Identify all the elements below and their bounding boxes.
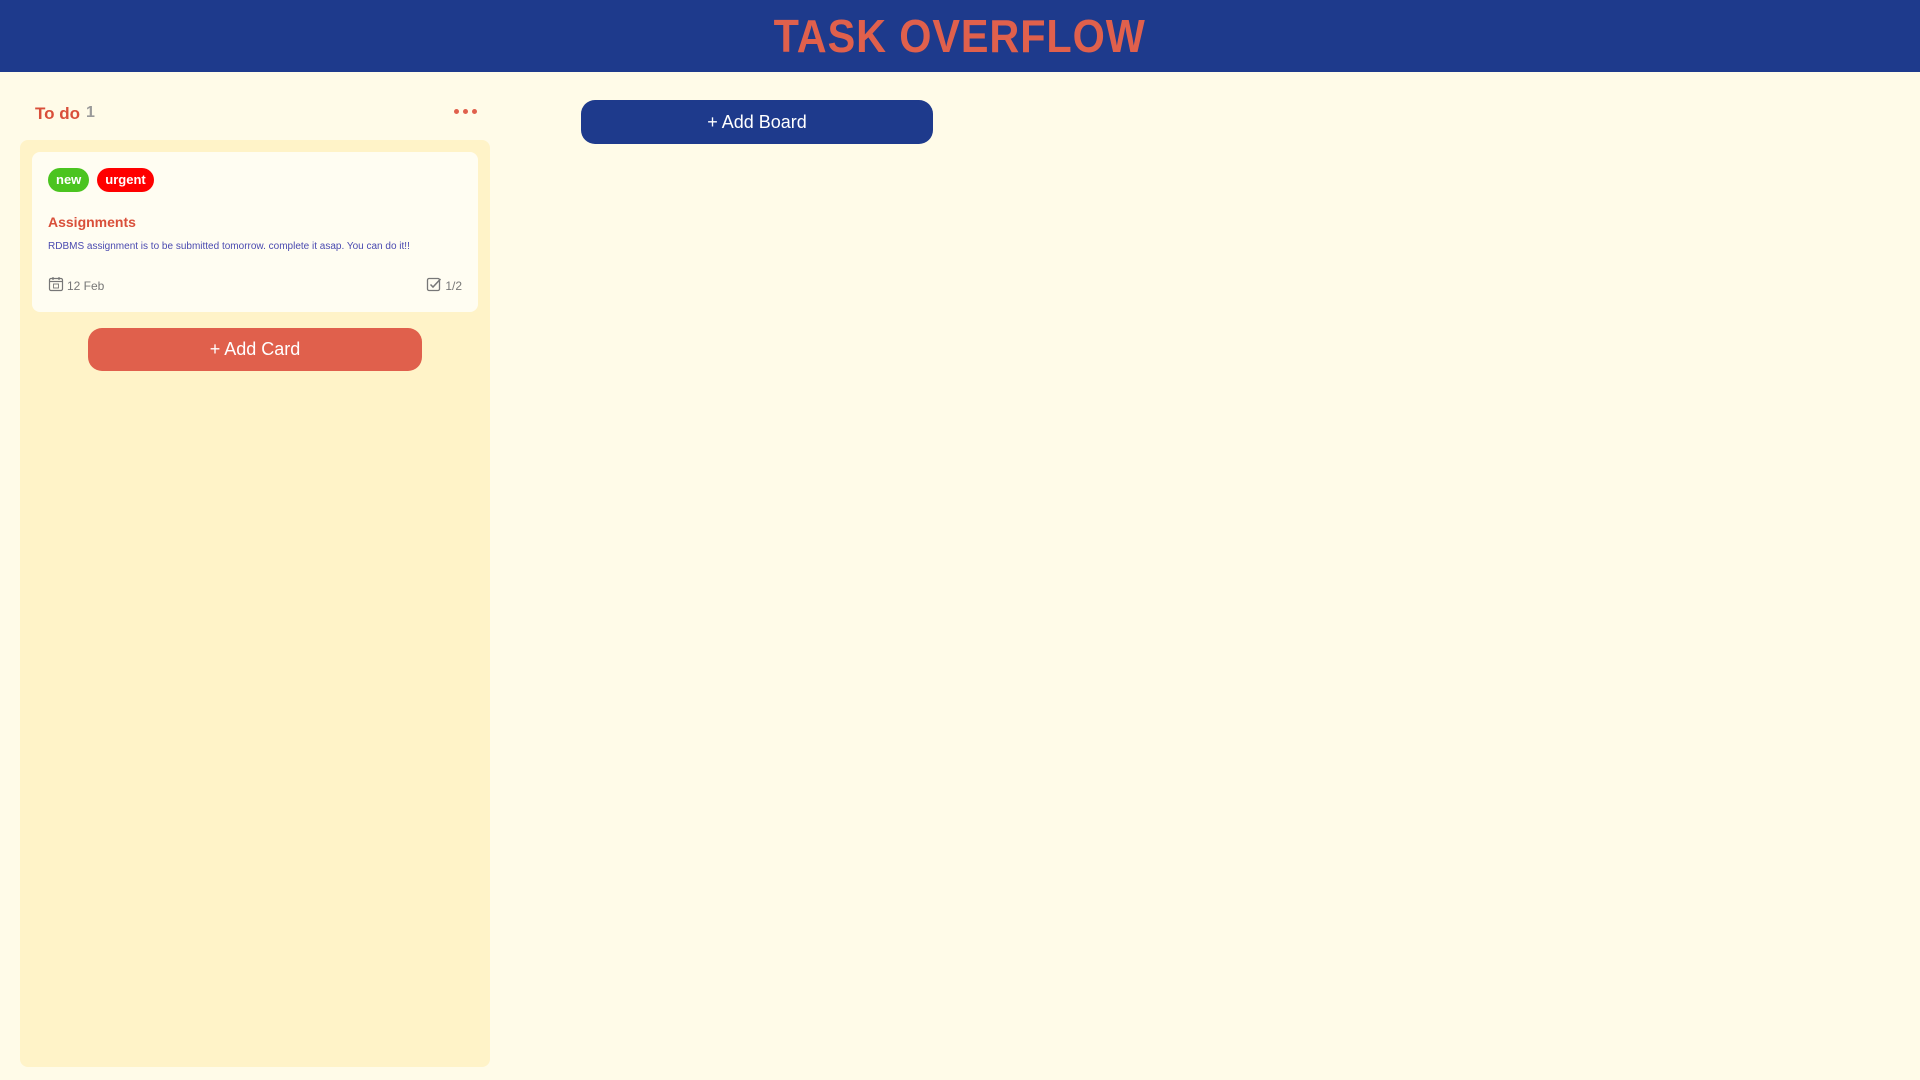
card-labels: new urgent [48, 168, 154, 192]
app-header: TASK OVERFLOW [0, 0, 1920, 72]
card-due-date: 12 Feb [48, 276, 104, 295]
card-footer: 12 Feb 1/2 [48, 276, 462, 294]
board-body: new urgent Assignments RDBMS assignment … [20, 140, 490, 1067]
add-card-button[interactable]: + Add Card [88, 328, 422, 371]
board-more-options-icon[interactable] [450, 100, 480, 122]
checkbox-icon [426, 276, 442, 295]
card-description: RDBMS assignment is to be submitted tomo… [48, 241, 410, 252]
board-card-count: 1 [86, 104, 95, 121]
card-tasks-text: 1/2 [445, 278, 462, 293]
calendar-icon [48, 276, 64, 295]
board-todo: To do 1 new urgent Assignments RDBMS ass… [20, 92, 490, 1067]
card-date-text: 12 Feb [67, 278, 105, 293]
label-chip[interactable]: new [48, 168, 90, 192]
add-board-button[interactable]: + Add Board [581, 100, 933, 144]
app-title: TASK OVERFLOW [773, 10, 1147, 62]
label-chip[interactable]: urgent [97, 168, 154, 192]
board-header: To do 1 [20, 92, 490, 134]
card-task-progress: 1/2 [426, 276, 462, 295]
task-card[interactable]: new urgent Assignments RDBMS assignment … [32, 152, 478, 312]
card-title: Assignments [48, 214, 136, 230]
board-title: To do [35, 104, 80, 123]
